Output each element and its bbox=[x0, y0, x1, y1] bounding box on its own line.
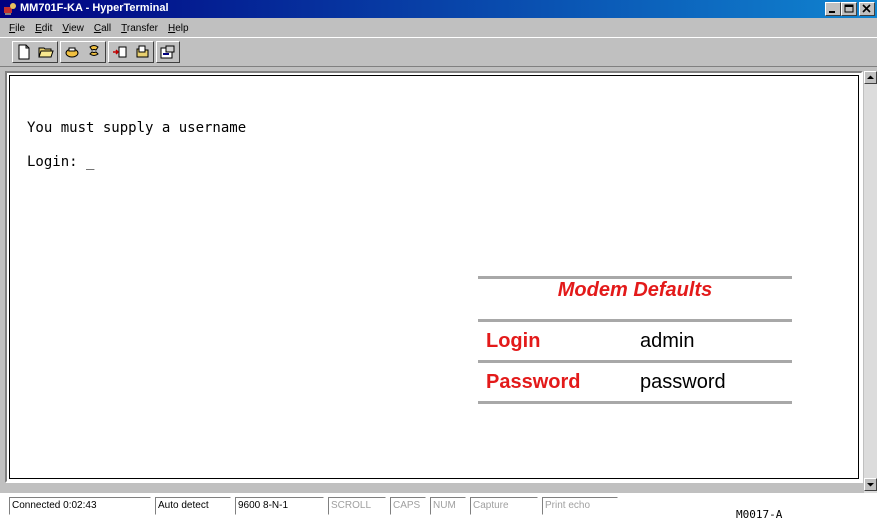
maximize-icon bbox=[844, 4, 854, 13]
maximize-button[interactable] bbox=[841, 2, 857, 16]
password-label: Password bbox=[486, 370, 581, 393]
minimize-icon bbox=[829, 11, 835, 13]
menu-view-label: iew bbox=[68, 22, 84, 34]
menu-edit[interactable]: Edit bbox=[30, 23, 57, 34]
status-num: NUM bbox=[430, 497, 466, 515]
arrow-down-icon bbox=[867, 483, 874, 487]
connect-icon bbox=[65, 47, 79, 58]
minimize-button[interactable] bbox=[825, 2, 841, 16]
toolbar-props-group bbox=[156, 41, 180, 63]
menu-help-label: elp bbox=[175, 22, 189, 34]
terminal-login-prompt: Login: _ bbox=[27, 154, 95, 170]
menu-bar: File Edit View Call Transfer Help bbox=[0, 19, 877, 37]
new-icon bbox=[18, 44, 30, 60]
hyperterminal-window: MM701F-KA - HyperTerminal File Edit View… bbox=[0, 0, 877, 493]
terminal-message: You must supply a username bbox=[27, 120, 247, 136]
status-scroll: SCROLL bbox=[328, 497, 386, 515]
modem-defaults-title: Modem Defaults bbox=[557, 279, 713, 301]
title-bar[interactable]: MM701F-KA - HyperTerminal bbox=[0, 0, 877, 18]
menu-file-label: ile bbox=[15, 22, 26, 34]
toolbar-transfer-group bbox=[108, 41, 154, 63]
vertical-scrollbar[interactable] bbox=[864, 71, 877, 493]
receive-icon bbox=[136, 45, 149, 58]
send-icon bbox=[113, 46, 127, 58]
send-button[interactable] bbox=[109, 42, 131, 62]
menu-view[interactable]: View bbox=[57, 23, 89, 34]
login-label: Login bbox=[486, 329, 541, 352]
menu-edit-label: dit bbox=[41, 22, 53, 34]
menu-transfer[interactable]: Transfer bbox=[116, 23, 163, 34]
status-detect: Auto detect bbox=[155, 497, 231, 515]
scroll-down-button[interactable] bbox=[864, 478, 877, 491]
close-icon bbox=[862, 4, 871, 13]
status-connected: Connected 0:02:43 bbox=[9, 497, 151, 515]
status-print-echo: Print echo bbox=[542, 497, 618, 515]
menu-edit-accel: E bbox=[35, 22, 42, 34]
password-row: Password password bbox=[478, 363, 792, 401]
password-value: password bbox=[640, 370, 726, 393]
hyperterminal-icon[interactable] bbox=[3, 2, 17, 16]
menu-transfer-label: ransfer bbox=[126, 22, 158, 34]
receive-button[interactable] bbox=[131, 42, 153, 62]
disconnect-button[interactable] bbox=[83, 42, 105, 62]
menu-call[interactable]: Call bbox=[89, 23, 116, 34]
open-icon bbox=[38, 47, 54, 58]
toolbar-file-group bbox=[12, 41, 58, 63]
new-button[interactable] bbox=[13, 42, 35, 62]
modem-defaults-table: Modem Defaults Login admin Password pass… bbox=[478, 276, 792, 404]
disconnect-icon bbox=[89, 45, 99, 56]
toolbar-call-group bbox=[60, 41, 106, 63]
properties-icon bbox=[160, 45, 175, 59]
status-capture: Capture bbox=[470, 497, 538, 515]
figure-code: M0017-A bbox=[736, 508, 783, 519]
menu-call-label: all bbox=[101, 22, 112, 34]
window-title: MM701F-KA - HyperTerminal bbox=[20, 2, 169, 14]
status-port-settings: 9600 8-N-1 bbox=[235, 497, 324, 515]
arrow-up-icon bbox=[867, 75, 874, 79]
connect-button[interactable] bbox=[61, 42, 83, 62]
status-caps: CAPS bbox=[390, 497, 426, 515]
scroll-up-button[interactable] bbox=[864, 71, 877, 84]
properties-button[interactable] bbox=[157, 42, 179, 62]
open-button[interactable] bbox=[35, 42, 57, 62]
close-button[interactable] bbox=[859, 2, 875, 16]
login-value: admin bbox=[640, 329, 695, 352]
toolbar bbox=[0, 37, 877, 67]
window-controls bbox=[825, 2, 875, 16]
menu-file[interactable]: File bbox=[4, 23, 30, 34]
login-row: Login admin bbox=[478, 322, 792, 360]
table-rule-bottom bbox=[478, 401, 792, 404]
menu-help[interactable]: Help bbox=[163, 23, 194, 34]
